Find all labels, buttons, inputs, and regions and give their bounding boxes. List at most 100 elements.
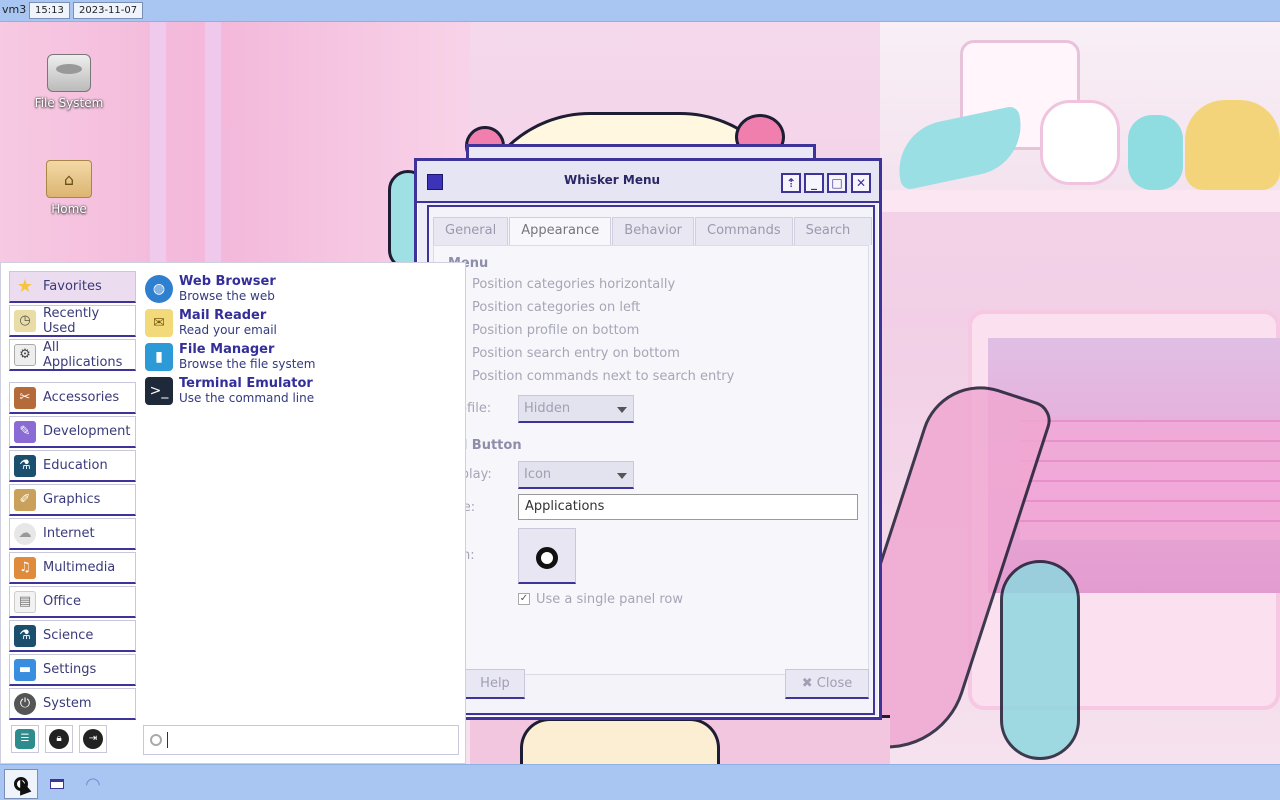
wallpaper-bottom-figure [520, 718, 720, 764]
app-mail-reader[interactable]: ✉ Mail Reader Read your email [145, 307, 459, 339]
dialog-titlebar[interactable]: Whisker Menu ⇡ _ □ ✕ [417, 161, 879, 203]
file-manager-icon: ▮ [145, 343, 173, 371]
category-label: Internet [43, 526, 95, 541]
icon-chooser-button[interactable] [518, 528, 576, 584]
app-file-manager[interactable]: ▮ File Manager Browse the file system [145, 341, 459, 373]
app-terminal-emulator[interactable]: >_ Terminal Emulator Use the command lin… [145, 375, 459, 407]
app-description: Use the command line [179, 391, 315, 405]
office-icon: ▤ [14, 590, 36, 613]
category-accessories[interactable]: ✂ Accessories [9, 382, 136, 414]
lock-screen-button[interactable]: 🔒︎ [45, 725, 73, 753]
app-web-browser[interactable]: ◍ Web Browser Browse the web [145, 273, 459, 305]
category-graphics[interactable]: ✐ Graphics [9, 484, 136, 516]
option-single-panel-row[interactable]: ✓ Use a single panel row [518, 589, 683, 609]
minimize-button[interactable]: _ [804, 173, 824, 193]
home-folder-icon: ⌂ [46, 160, 92, 198]
application-list: ◍ Web Browser Browse the web ✉ Mail Read… [143, 269, 461, 717]
accessories-icon: ✂ [14, 386, 36, 409]
category-list: ★ Favorites ◷ Recently Used ⚙ All Applic… [1, 263, 139, 763]
hostname: vm3 [2, 3, 27, 16]
option-label: Position profile on bottom [472, 322, 640, 338]
category-label: Office [43, 594, 81, 609]
settings-manager-icon: ☰ [15, 729, 35, 749]
wallpaper-shelf [880, 190, 1280, 212]
wallpaper-stripe [150, 22, 166, 272]
maximize-button[interactable]: □ [827, 173, 847, 193]
category-recently-used[interactable]: ◷ Recently Used [9, 305, 136, 337]
close-window-button[interactable]: ✕ [851, 173, 871, 193]
desktop-icon-file-system[interactable]: File System [24, 54, 114, 110]
category-label: All Applications [43, 339, 123, 370]
category-internet[interactable]: ☁ Internet [9, 518, 136, 550]
close-icon: ✖ [801, 676, 817, 691]
wallpaper-bear [1185, 100, 1280, 190]
category-settings[interactable]: ▬ Settings [9, 654, 136, 686]
option-categories-left[interactable]: ✓ Position categories on left [454, 297, 640, 317]
graphics-icon: ✐ [14, 488, 36, 511]
category-system[interactable]: ⏻ System [9, 688, 136, 720]
display-combo[interactable]: Icon [518, 461, 634, 489]
app-name: Mail Reader [179, 308, 267, 323]
option-label: Position categories on left [472, 299, 641, 315]
drive-icon [47, 54, 91, 92]
tab-behavior[interactable]: Behavior [612, 217, 695, 245]
option-search-bottom[interactable]: ✓ Position search entry on bottom [454, 343, 680, 363]
window-icon [50, 779, 64, 789]
keep-above-button[interactable]: ⇡ [781, 173, 801, 193]
option-categories-horizontal[interactable]: Position categories horizontally [454, 274, 675, 294]
bottom-panel: ◠ [0, 764, 1280, 800]
help-button[interactable]: Help [465, 669, 525, 699]
option-profile-bottom[interactable]: ✓ Position profile on bottom [454, 320, 639, 340]
chevron-down-icon [617, 407, 627, 413]
category-favorites[interactable]: ★ Favorites [9, 271, 136, 303]
category-label: Favorites [43, 279, 102, 294]
wallpaper-bunny [1040, 100, 1120, 185]
logout-icon: ⇥ [83, 729, 103, 749]
mail-icon: ✉ [145, 309, 173, 337]
search-input[interactable] [143, 725, 459, 755]
category-multimedia[interactable]: ♫ Multimedia [9, 552, 136, 584]
checkbox[interactable]: ✓ [518, 593, 530, 605]
category-office[interactable]: ▤ Office [9, 586, 136, 618]
lock-icon: 🔒︎ [49, 729, 69, 749]
clock-icon: ◷ [14, 309, 36, 332]
dialog-body: General Appearance Behavior Commands Sea… [427, 205, 875, 715]
settings-icon: ▬ [14, 658, 36, 681]
network-indicator[interactable]: ◠ [76, 769, 110, 799]
wallpaper-bricks [1020, 420, 1280, 540]
category-development[interactable]: ✎ Development [9, 416, 136, 448]
display-value: Icon [524, 467, 552, 482]
profile-combo[interactable]: Hidden [518, 395, 634, 423]
top-panel: vm3 15:13 2023-11-07 [0, 0, 1280, 22]
desktop-icon-home[interactable]: ⌂ Home [24, 160, 114, 216]
logout-button[interactable]: ⇥ [79, 725, 107, 753]
close-button[interactable]: ✖ Close [785, 669, 869, 699]
desktop-icon-label: Home [51, 202, 87, 216]
show-desktop-button[interactable] [40, 769, 74, 799]
tab-search-actions[interactable]: Search Actions [793, 217, 872, 264]
tab-general[interactable]: General [433, 217, 509, 245]
settings-manager-button[interactable]: ☰ [11, 725, 39, 753]
app-name: Terminal Emulator [179, 376, 313, 391]
category-all-applications[interactable]: ⚙ All Applications [9, 339, 136, 371]
tab-appearance[interactable]: Appearance [509, 217, 612, 245]
title-field[interactable]: Applications [518, 494, 858, 520]
option-commands-next-search[interactable]: ✓ Position commands next to search entry [454, 366, 734, 386]
cloud-icon: ☁ [14, 522, 36, 545]
close-label: Close [816, 676, 853, 691]
category-education[interactable]: ⚗ Education [9, 450, 136, 482]
clock-date[interactable]: 2023-11-07 [73, 2, 144, 19]
appearance-panel: Menu Position categories horizontally ✓ … [433, 245, 869, 675]
option-label: Position categories horizontally [472, 276, 676, 292]
wallpaper-stripe [205, 22, 221, 272]
panel-button-icon [536, 547, 558, 569]
chevron-down-icon [617, 473, 627, 479]
desktop-icon-label: File System [34, 96, 104, 110]
clock-time[interactable]: 15:13 [29, 2, 70, 19]
multimedia-icon: ♫ [14, 556, 36, 579]
tab-commands[interactable]: Commands [695, 217, 793, 245]
category-label: System [43, 696, 92, 711]
network-disconnected-icon: ◠ [85, 773, 101, 795]
category-label: Settings [43, 662, 97, 677]
category-science[interactable]: ⚗ Science [9, 620, 136, 652]
